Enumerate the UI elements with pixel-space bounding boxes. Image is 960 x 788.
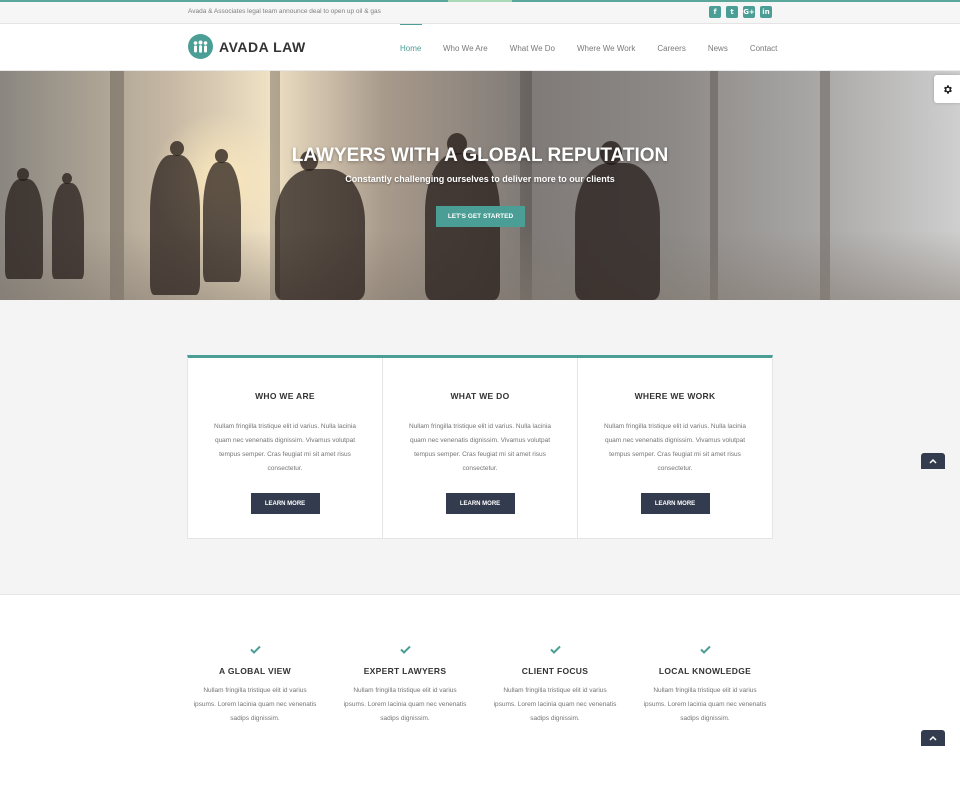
social-links: f t G+ in bbox=[709, 6, 772, 18]
chevron-up-icon bbox=[929, 458, 937, 464]
card-title: WHERE WE WORK bbox=[634, 391, 716, 401]
service-cards: WHO WE ARE Nullam fringilla tristique el… bbox=[187, 355, 773, 539]
facebook-icon[interactable]: f bbox=[709, 6, 721, 18]
nav-home[interactable]: Home bbox=[400, 24, 422, 71]
card-text: Nullam fringilla tristique elit id variu… bbox=[604, 423, 746, 472]
card-title: WHAT WE DO bbox=[450, 391, 510, 401]
feature-title: LOCAL KNOWLEDGE bbox=[658, 666, 752, 676]
feature-text: Nullam fringilla tristique elit id variu… bbox=[643, 687, 767, 722]
scroll-to-top-button[interactable] bbox=[921, 453, 945, 469]
hero-subtitle: Constantly challenging ourselves to deli… bbox=[345, 174, 615, 184]
card-who-we-are: WHO WE ARE Nullam fringilla tristique el… bbox=[188, 358, 383, 538]
card-text: Nullam fringilla tristique elit id variu… bbox=[214, 423, 356, 472]
feature-local-knowledge: LOCAL KNOWLEDGE Nullam fringilla tristiq… bbox=[630, 645, 780, 726]
nav-careers[interactable]: Careers bbox=[657, 24, 685, 71]
settings-panel-toggle[interactable] bbox=[934, 75, 960, 103]
site-logo[interactable]: AVADA LAW bbox=[188, 34, 306, 59]
card-text: Nullam fringilla tristique elit id variu… bbox=[409, 423, 551, 472]
get-started-button[interactable]: LET'S GET STARTED bbox=[436, 206, 525, 227]
feature-text: Nullam fringilla tristique elit id variu… bbox=[493, 687, 617, 722]
hero-banner: LAWYERS WITH A GLOBAL REPUTATION Constan… bbox=[0, 71, 960, 300]
nav-contact[interactable]: Contact bbox=[750, 24, 778, 71]
hero-figure bbox=[5, 179, 43, 279]
gear-icon bbox=[943, 84, 952, 94]
top-bar: Avada & Associates legal team announce d… bbox=[0, 2, 960, 24]
hero-figure bbox=[275, 169, 365, 300]
feature-title: EXPERT LAWYERS bbox=[363, 666, 447, 676]
check-icon bbox=[180, 645, 330, 657]
feature-global-view: A GLOBAL VIEW Nullam fringilla tristique… bbox=[180, 645, 330, 726]
check-icon bbox=[630, 645, 780, 657]
linkedin-icon[interactable]: in bbox=[760, 6, 772, 18]
card-where-we-work: WHERE WE WORK Nullam fringilla tristique… bbox=[578, 358, 772, 538]
feature-client-focus: CLIENT FOCUS Nullam fringilla tristique … bbox=[480, 645, 630, 726]
main-nav: Home Who We Are What We Do Where We Work… bbox=[400, 24, 777, 71]
chevron-up-icon bbox=[929, 735, 937, 741]
services-section: WHO WE ARE Nullam fringilla tristique el… bbox=[0, 300, 960, 595]
announcement-text: Avada & Associates legal team announce d… bbox=[188, 8, 381, 15]
nav-news[interactable]: News bbox=[708, 24, 728, 71]
google-plus-icon[interactable]: G+ bbox=[743, 6, 755, 18]
nav-what-we-do[interactable]: What We Do bbox=[510, 24, 555, 71]
learn-more-button[interactable]: LEARN MORE bbox=[640, 493, 710, 514]
nav-where-we-work[interactable]: Where We Work bbox=[577, 24, 635, 71]
twitter-icon[interactable]: t bbox=[726, 6, 738, 18]
feature-text: Nullam fringilla tristique elit id variu… bbox=[343, 687, 467, 722]
feature-title: A GLOBAL VIEW bbox=[219, 666, 291, 676]
features-section: A GLOBAL VIEW Nullam fringilla tristique… bbox=[180, 645, 780, 726]
check-icon bbox=[480, 645, 630, 657]
feature-expert-lawyers: EXPERT LAWYERS Nullam fringilla tristiqu… bbox=[330, 645, 480, 726]
logo-text: AVADA LAW bbox=[219, 38, 306, 55]
scroll-to-top-button[interactable] bbox=[921, 730, 945, 746]
feature-title: CLIENT FOCUS bbox=[521, 666, 589, 676]
card-title: WHO WE ARE bbox=[255, 391, 315, 401]
card-what-we-do: WHAT WE DO Nullam fringilla tristique el… bbox=[383, 358, 578, 538]
learn-more-button[interactable]: LEARN MORE bbox=[250, 493, 320, 514]
people-logo-icon bbox=[188, 34, 213, 59]
check-icon bbox=[330, 645, 480, 657]
nav-who-we-are[interactable]: Who We Are bbox=[443, 24, 488, 71]
hero-title: LAWYERS WITH A GLOBAL REPUTATION bbox=[291, 145, 669, 166]
site-header: AVADA LAW Home Who We Are What We Do Whe… bbox=[0, 24, 960, 71]
learn-more-button[interactable]: LEARN MORE bbox=[445, 493, 515, 514]
feature-text: Nullam fringilla tristique elit id variu… bbox=[193, 687, 317, 722]
hero-figure bbox=[52, 183, 84, 279]
